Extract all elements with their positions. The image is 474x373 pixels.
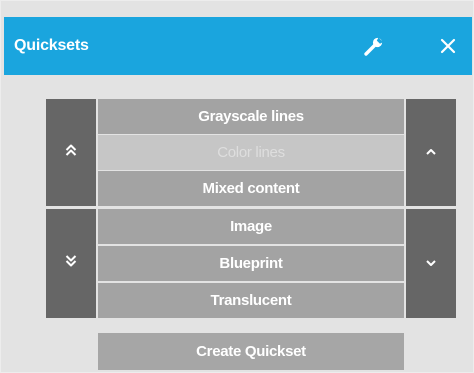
quickset-item-grayscale-lines[interactable]: Grayscale lines [98, 99, 404, 134]
double-chevron-down-icon [64, 253, 78, 274]
chevron-up-icon [424, 144, 438, 162]
quickset-item-color-lines[interactable]: Color lines [98, 135, 404, 170]
chevron-down-icon [424, 255, 438, 273]
page-up-button[interactable] [46, 99, 96, 206]
quicksets-panel: Quicksets Grayscale lines Color lines Mi… [0, 0, 474, 373]
quickset-item-mixed-content[interactable]: Mixed content [98, 171, 404, 206]
title-bar: Quicksets [4, 17, 472, 75]
scroll-up-button[interactable] [406, 99, 456, 206]
close-icon[interactable] [428, 17, 468, 75]
double-chevron-up-icon [64, 142, 78, 163]
window-title: Quicksets [14, 37, 89, 54]
quickset-item-image[interactable]: Image [98, 209, 404, 244]
quickset-item-blueprint[interactable]: Blueprint [98, 246, 404, 281]
quickset-item-translucent[interactable]: Translucent [98, 283, 404, 318]
create-quickset-button[interactable]: Create Quickset [98, 333, 404, 370]
scroll-down-button[interactable] [406, 209, 456, 318]
wrench-icon[interactable] [354, 17, 394, 75]
page-down-button[interactable] [46, 209, 96, 318]
